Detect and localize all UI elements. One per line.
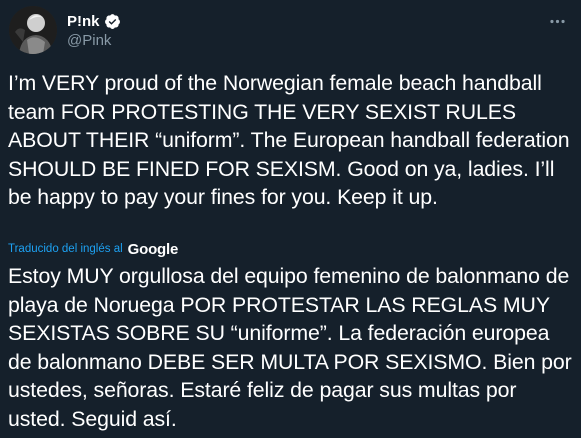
google-logo: Google <box>127 240 179 258</box>
translated-text: Estoy MUY orgullosa del equipo femenino … <box>8 264 572 431</box>
handle[interactable]: @Pink <box>67 32 121 49</box>
display-name-row: P!nk <box>67 11 121 31</box>
more-options-button[interactable] <box>545 12 569 30</box>
translated-from-label[interactable]: Traducido del inglés al <box>8 243 123 255</box>
profile-photo-icon <box>9 6 57 54</box>
author-names: P!nk @Pink <box>67 11 121 49</box>
tweet-header: P!nk @Pink <box>9 6 581 54</box>
verified-badge-icon <box>104 13 121 30</box>
more-horizontal-icon <box>549 19 565 23</box>
avatar[interactable] <box>9 6 57 54</box>
display-name[interactable]: P!nk <box>67 13 100 30</box>
tweet-text: I’m VERY proud of the Norwegian female b… <box>8 71 570 209</box>
tweet: P!nk @Pink I’m VERY proud of the Norwegi… <box>0 0 581 438</box>
translation-attribution[interactable]: Traducido del inglés al Google <box>8 240 178 258</box>
